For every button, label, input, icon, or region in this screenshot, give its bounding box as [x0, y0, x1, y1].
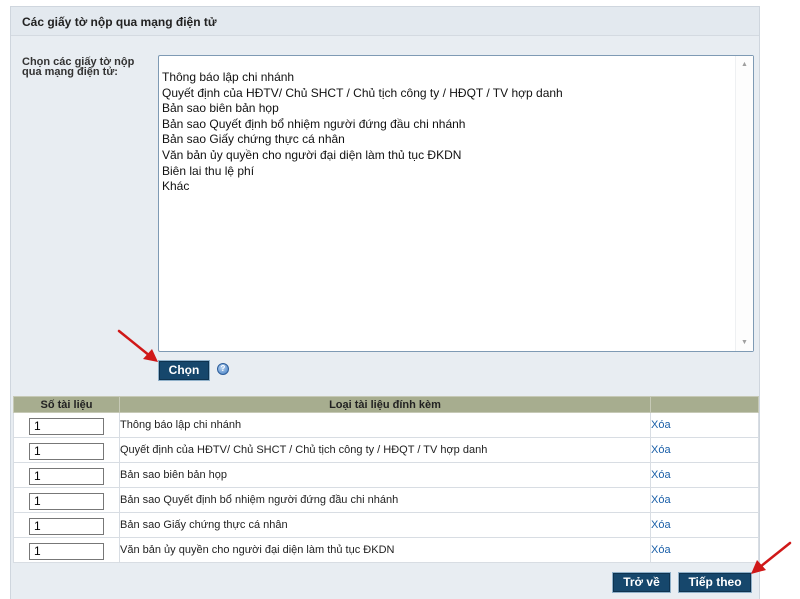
action-cell: Xóa	[650, 512, 759, 538]
table-row: Bản sao Giấy chứng thực cá nhân Xóa	[13, 512, 759, 538]
listbox-option[interactable]: Văn bản ủy quyền cho người đại diện làm …	[162, 148, 735, 164]
listbox-option[interactable]: Biên lai thu lệ phí	[162, 164, 735, 180]
document-type-cell: Văn bản ủy quyền cho người đại diện làm …	[119, 537, 651, 563]
action-cell: Xóa	[650, 412, 759, 438]
document-count-input[interactable]	[29, 542, 104, 560]
listbox-options: Thông báo lập chi nhánh Quyết định của H…	[162, 70, 735, 195]
document-count-input[interactable]	[29, 517, 104, 535]
table-row: Bản sao biên bản họp Xóa	[13, 462, 759, 488]
choose-button[interactable]: Chọn	[159, 361, 209, 380]
document-count-input[interactable]	[29, 417, 104, 435]
listbox-option[interactable]: Thông báo lập chi nhánh	[162, 70, 735, 86]
column-header-type: Loại tài liệu đính kèm	[119, 396, 651, 413]
count-cell	[13, 412, 120, 438]
action-cell: Xóa	[650, 462, 759, 488]
scroll-up-arrow-icon[interactable]: ▲	[736, 56, 753, 73]
document-type-cell: Quyết định của HĐTV/ Chủ SHCT / Chủ tịch…	[119, 437, 651, 463]
count-cell	[13, 487, 120, 513]
document-count-input[interactable]	[29, 442, 104, 460]
column-header-action	[650, 396, 759, 413]
count-cell	[13, 537, 120, 563]
back-button[interactable]: Trở về	[613, 573, 670, 592]
document-type-cell: Bản sao Giấy chứng thực cá nhân	[119, 512, 651, 538]
table-row: Thông báo lập chi nhánh Xóa	[13, 412, 759, 438]
table-row: Bản sao Quyết định bổ nhiệm người đứng đ…	[13, 487, 759, 513]
documents-listbox[interactable]: Thông báo lập chi nhánh Quyết định của H…	[158, 55, 754, 352]
listbox-option[interactable]: Quyết định của HĐTV/ Chủ SHCT / Chủ tịch…	[162, 86, 735, 102]
action-cell: Xóa	[650, 537, 759, 563]
documents-panel: Các giấy tờ nộp qua mạng điện tử Chọn cá…	[10, 6, 760, 599]
column-header-count: Số tài liệu	[13, 396, 120, 413]
next-button[interactable]: Tiếp theo	[679, 573, 751, 592]
count-cell	[13, 462, 120, 488]
listbox-option[interactable]: Bản sao biên bản họp	[162, 101, 735, 117]
document-type-cell: Thông báo lập chi nhánh	[119, 412, 651, 438]
select-label: Chọn các giấy tờ nộp qua mạng điện tử:	[22, 56, 135, 78]
listbox-option[interactable]: Khác	[162, 179, 735, 195]
panel-title: Các giấy tờ nộp qua mạng điện tử	[11, 7, 759, 36]
delete-link[interactable]: Xóa	[651, 494, 671, 506]
table-row: Văn bản ủy quyền cho người đại diện làm …	[13, 537, 759, 563]
delete-link[interactable]: Xóa	[651, 419, 671, 431]
delete-link[interactable]: Xóa	[651, 544, 671, 556]
count-cell	[13, 437, 120, 463]
listbox-option[interactable]: Bản sao Giấy chứng thực cá nhân	[162, 132, 735, 148]
count-cell	[13, 512, 120, 538]
table-header-row: Số tài liệu Loại tài liệu đính kèm	[13, 396, 759, 413]
listbox-scrollbar[interactable]: ▲ ▼	[735, 56, 753, 351]
scroll-down-arrow-icon[interactable]: ▼	[736, 334, 753, 351]
document-type-cell: Bản sao Quyết định bổ nhiệm người đứng đ…	[119, 487, 651, 513]
document-count-input[interactable]	[29, 492, 104, 510]
listbox-option[interactable]: Bản sao Quyết định bổ nhiệm người đứng đ…	[162, 117, 735, 133]
delete-link[interactable]: Xóa	[651, 519, 671, 531]
table-row: Quyết định của HĐTV/ Chủ SHCT / Chủ tịch…	[13, 437, 759, 463]
document-count-input[interactable]	[29, 467, 104, 485]
action-cell: Xóa	[650, 487, 759, 513]
action-cell: Xóa	[650, 437, 759, 463]
delete-link[interactable]: Xóa	[651, 469, 671, 481]
document-type-cell: Bản sao biên bản họp	[119, 462, 651, 488]
delete-link[interactable]: Xóa	[651, 444, 671, 456]
attached-documents-table: Số tài liệu Loại tài liệu đính kèm Thông…	[13, 396, 759, 563]
help-icon[interactable]: ?	[217, 363, 229, 375]
